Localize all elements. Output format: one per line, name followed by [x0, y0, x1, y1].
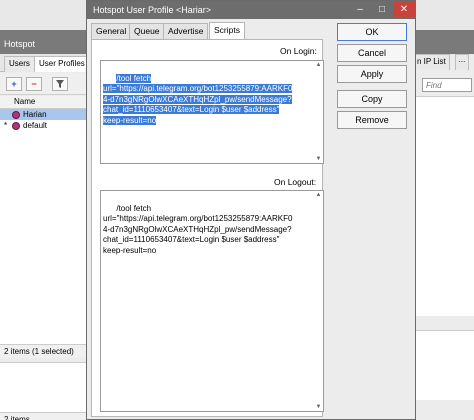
profile-dialog: Hotspot User Profile <Hariar> – □ ✕ Gene… — [86, 0, 416, 420]
tab-more[interactable]: ... — [455, 54, 469, 70]
on-logout-label: On Logout: — [274, 177, 317, 187]
on-login-label: On Login: — [280, 46, 317, 56]
tab-general[interactable]: General — [91, 23, 132, 39]
script-line: keep-result=no — [103, 115, 157, 125]
on-login-textarea[interactable]: /tool fetch url="https://api.telegram.or… — [100, 60, 324, 164]
maximize-button[interactable]: □ — [371, 2, 393, 17]
background-title: Hotspot — [4, 39, 36, 49]
apply-button[interactable]: Apply — [337, 65, 407, 83]
script-line: keep-result=no — [103, 245, 157, 255]
row-marker: * — [4, 121, 8, 130]
row-name: Harian — [23, 110, 47, 119]
profile-icon — [12, 121, 20, 130]
list-item[interactable]: * default — [0, 120, 87, 131]
profile-icon — [12, 110, 20, 119]
remove-profile-button[interactable]: Remove — [337, 111, 407, 129]
lower-list — [0, 362, 88, 412]
tab-users[interactable]: Users — [4, 56, 35, 72]
scripts-panel: On Login: /tool fetch url="https://api.t… — [91, 39, 324, 417]
list-item[interactable]: Harian — [0, 109, 87, 120]
profiles-list: Name Harian * default — [0, 96, 88, 344]
remove-button[interactable]: − — [26, 77, 42, 91]
script-line: chat_id=1110653407&text=Login $user $add… — [103, 105, 280, 114]
status-bar-upper: 2 items (1 selected) — [0, 344, 88, 358]
maximize-icon: □ — [378, 4, 386, 15]
filter-icon — [56, 80, 64, 88]
plus-icon: + — [11, 79, 17, 89]
script-line: 4-d7n3gNRgOlwXCAeXTHqHZpl_pw/sendMessage… — [103, 224, 292, 234]
script-line: url="https://api.telegram.org/bot1253255… — [103, 84, 293, 93]
tab-ip-list[interactable]: n IP List — [413, 54, 450, 70]
script-line: chat_id=1110653407&text=Login $user $add… — [103, 235, 280, 244]
on-logout-textarea[interactable]: /tool fetch url="https://api.telegram.or… — [100, 190, 324, 412]
dialog-titlebar[interactable]: Hotspot User Profile <Hariar> – □ ✕ — [87, 1, 415, 19]
tab-user-profiles[interactable]: User Profiles — [34, 56, 90, 72]
script-line: url="https://api.telegram.org/bot1253255… — [103, 214, 293, 223]
minus-icon: − — [31, 79, 37, 89]
copy-button[interactable]: Copy — [337, 90, 407, 108]
scroll-down-icon[interactable]: ▼ — [315, 156, 322, 162]
add-button[interactable]: + — [6, 77, 22, 91]
tab-queue[interactable]: Queue — [129, 23, 165, 39]
background-right-lower — [414, 330, 474, 400]
scroll-up-icon[interactable]: ▲ — [315, 192, 322, 198]
minimize-button[interactable]: – — [349, 2, 371, 17]
column-header-name[interactable]: Name — [0, 96, 87, 109]
tab-advertise[interactable]: Advertise — [163, 23, 209, 39]
cancel-button[interactable]: Cancel — [337, 44, 407, 62]
script-line: 4-d7n3gNRgOlwXCAeXTHqHZpl_pw/sendMessage… — [103, 94, 292, 104]
background-right-list — [414, 96, 474, 316]
close-icon: ✕ — [399, 4, 409, 15]
dialog-title: Hotspot User Profile <Hariar> — [93, 5, 212, 15]
script-line: /tool fetch — [116, 73, 152, 83]
scroll-up-icon[interactable]: ▲ — [315, 62, 322, 68]
find-input[interactable] — [422, 78, 472, 92]
tab-scripts[interactable]: Scripts — [209, 22, 245, 39]
script-line: /tool fetch — [116, 203, 152, 213]
close-button[interactable]: ✕ — [393, 2, 415, 17]
ok-button[interactable]: OK — [337, 23, 407, 41]
scroll-down-icon[interactable]: ▼ — [315, 404, 322, 410]
row-name: default — [23, 121, 48, 130]
status-bar-lower: 2 items — [0, 412, 88, 420]
minimize-icon: – — [357, 4, 363, 15]
filter-button[interactable] — [52, 77, 68, 91]
